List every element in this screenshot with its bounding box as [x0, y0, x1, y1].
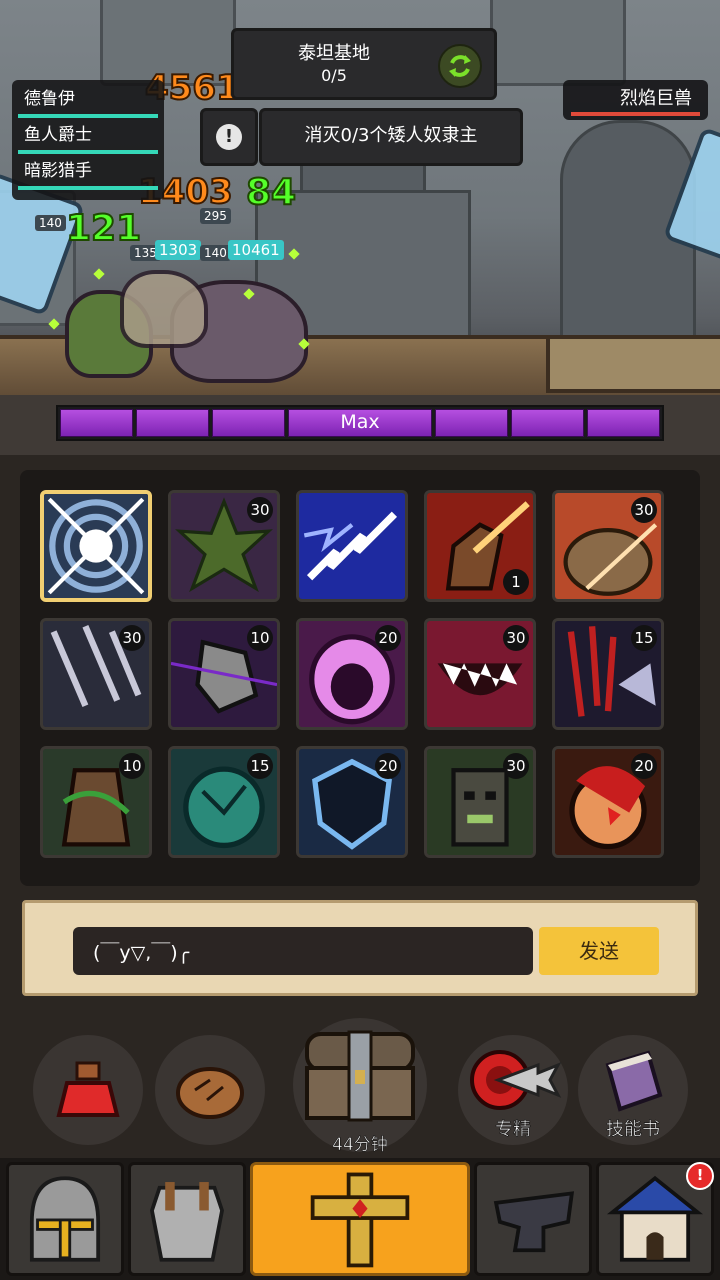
damage-chip: 1303 — [155, 240, 202, 260]
tab-hero[interactable] — [250, 1162, 470, 1276]
skill-level-badge: 30 — [119, 625, 145, 651]
bread-icon — [176, 1067, 244, 1119]
bottom-nav — [0, 1158, 720, 1280]
skill-level-badge: 20 — [631, 753, 657, 779]
bread-button[interactable] — [155, 1035, 265, 1145]
skill-slot[interactable]: 10 — [168, 618, 280, 730]
hero-health-bar — [18, 150, 158, 154]
potion-icon — [56, 1061, 120, 1117]
skill-level-badge: 15 — [247, 753, 273, 779]
specialize-label: 专精 — [495, 1119, 532, 1141]
treasure-chest-button[interactable]: 44分钟 — [293, 1018, 427, 1156]
boss-health-bar — [571, 112, 700, 116]
armor-icon — [149, 1182, 225, 1262]
specialize-button[interactable]: 专精 — [458, 1035, 568, 1145]
skill-slot[interactable]: 30 — [552, 490, 664, 602]
hero-row[interactable]: 德鲁伊 — [12, 84, 164, 120]
chest-timer: 44分钟 — [332, 1135, 388, 1156]
skillbook-button[interactable]: 技能书 — [578, 1035, 688, 1145]
skill-slot[interactable]: 20 — [296, 746, 408, 858]
notification-badge: ! — [686, 1162, 714, 1190]
refresh-icon — [449, 55, 471, 77]
damage-chip: 140 — [200, 245, 231, 261]
treasure-chest-icon — [305, 1030, 415, 1122]
heal-number: 121 — [65, 207, 142, 250]
refresh-button[interactable] — [438, 44, 482, 88]
damage-chip: 140 — [35, 215, 66, 231]
tab-anvil[interactable] — [474, 1162, 592, 1276]
skill-level-badge: 30 — [631, 497, 657, 523]
hero-health-bar — [18, 186, 158, 190]
skill-slot[interactable]: 30 — [168, 490, 280, 602]
task-objective: 消灭0/3个矮人奴隶主 — [259, 108, 523, 166]
skill-slot[interactable]: 30 — [40, 618, 152, 730]
hero-list: 德鲁伊 鱼人爵士 暗影猎手 — [12, 80, 164, 200]
skillbook-label: 技能书 — [606, 1119, 661, 1141]
floor-step — [546, 335, 720, 393]
hero-row[interactable]: 鱼人爵士 — [12, 120, 164, 156]
skill-slot[interactable]: 20 — [552, 746, 664, 858]
quest-progress: 0/5 — [321, 66, 347, 85]
boss-name: 烈焰巨兽 — [620, 88, 692, 109]
skill-slot[interactable]: 30 — [424, 618, 536, 730]
skill-level-badge: 10 — [119, 753, 145, 779]
send-button[interactable]: 发送 — [539, 927, 659, 975]
lightning-icon — [299, 493, 405, 599]
exclamation-icon: ! — [216, 124, 242, 150]
book-icon — [605, 1050, 663, 1112]
skill-level-badge: 30 — [503, 625, 529, 651]
quest-title: 泰坦基地 — [298, 43, 370, 64]
rage-bar-label: Max — [340, 411, 380, 433]
hero-row[interactable]: 暗影猎手 — [12, 156, 164, 192]
damage-chip: 295 — [200, 208, 231, 224]
rock-creature — [120, 270, 208, 348]
tab-helmet[interactable] — [6, 1162, 124, 1276]
skill-level-badge: 1 — [503, 569, 529, 595]
skill-level-badge: 20 — [375, 625, 401, 651]
potion-button[interactable] — [33, 1035, 143, 1145]
hero-name: 暗影猎手 — [24, 161, 92, 181]
damage-chip: 10461 — [228, 240, 284, 260]
heal-spark — [93, 268, 105, 280]
heal-number: 84 — [245, 171, 297, 214]
skill-slot[interactable] — [296, 490, 408, 602]
skill-slot[interactable]: 1 — [424, 490, 536, 602]
helmet-icon — [29, 1176, 101, 1262]
skill-slot[interactable] — [40, 490, 152, 602]
hero-name: 德鲁伊 — [24, 89, 75, 109]
skill-slot[interactable]: 20 — [296, 618, 408, 730]
skill-panel: 30 1 30 30 10 20 30 15 10 15 20 30 20 — [20, 470, 700, 886]
chat-panel: 发送 — [22, 900, 698, 996]
hero-name: 鱼人爵士 — [24, 125, 92, 145]
battle-scene: 4561 1403 84 121 140 135 1303 295 140 10… — [0, 0, 720, 395]
skill-slot[interactable]: 30 — [424, 746, 536, 858]
skill-slot[interactable]: 15 — [168, 746, 280, 858]
skill-slot[interactable]: 15 — [552, 618, 664, 730]
task-alert-button[interactable]: ! — [200, 108, 258, 166]
quest-panel: 泰坦基地 0/5 — [231, 28, 497, 100]
target-arrow-icon — [470, 1050, 562, 1110]
skill-slot[interactable]: 10 — [40, 746, 152, 858]
anvil-icon — [493, 1191, 575, 1253]
skill-level-badge: 20 — [375, 753, 401, 779]
radial-burst-icon — [44, 494, 148, 598]
skill-level-badge: 30 — [503, 753, 529, 779]
wall-stone — [490, 0, 626, 86]
boss-tag: 烈焰巨兽 — [563, 80, 708, 120]
tab-armor[interactable] — [128, 1162, 246, 1276]
chat-input[interactable] — [73, 927, 533, 975]
skill-level-badge: 10 — [247, 625, 273, 651]
skill-level-badge: 15 — [631, 625, 657, 651]
skill-level-badge: 30 — [247, 497, 273, 523]
holy-cross-icon — [310, 1172, 410, 1268]
hero-health-bar — [18, 114, 158, 118]
